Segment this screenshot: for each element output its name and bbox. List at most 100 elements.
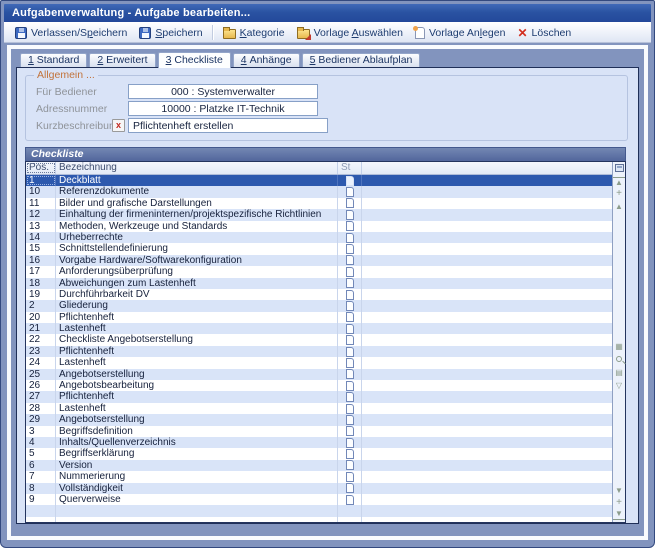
row-status	[338, 460, 362, 471]
document-icon	[346, 358, 354, 368]
table-row[interactable]: 12 Einhaltung der firmeninternen/projekt…	[26, 209, 612, 220]
document-icon	[346, 438, 354, 448]
table-row[interactable]: 22 Checkliste Angebotserstellung	[26, 334, 612, 345]
document-icon	[346, 290, 354, 300]
move-down-icon[interactable]: ▼	[613, 486, 625, 496]
tab-panel-checkliste: Allgemein ... Für Bediener 000 : Systemv…	[16, 67, 639, 524]
row-bezeichnung: Pflichtenheft	[56, 346, 338, 357]
clear-field-button[interactable]: x	[112, 119, 125, 132]
move-up-icon[interactable]: ▲	[613, 202, 625, 212]
column-header-bezeichnung[interactable]: Bezeichnung	[56, 162, 338, 174]
row-status	[338, 426, 362, 437]
table-row[interactable]: 21 Lastenheft	[26, 323, 612, 334]
row-pos: 17	[26, 266, 56, 277]
table-row[interactable]: 27 Pflichtenheft	[26, 391, 612, 402]
table-row[interactable]: 19 Durchführbarkeit DV	[26, 289, 612, 300]
table-row[interactable]: 5 Begriffserklärung	[26, 448, 612, 459]
column-header-pos[interactable]: Pos.	[26, 162, 56, 174]
tab-bediener-ablaufplan[interactable]: 5 Bediener Ablaufplan	[302, 53, 421, 67]
table-row[interactable]: 2 Gliederung	[26, 300, 612, 311]
row-status	[338, 380, 362, 391]
checkliste-section-header: Checkliste	[25, 147, 626, 161]
verlassen-speichern-button[interactable]: Verlassen/Speichern	[9, 24, 133, 42]
adressnummer-field[interactable]: 10000 : Platzke IT-Technik	[128, 101, 318, 116]
folder-template-icon	[297, 29, 310, 39]
document-icon	[346, 198, 354, 208]
row-bezeichnung: Inhalts/Quellenverzeichnis	[56, 437, 338, 448]
insert-row-icon[interactable]: +	[613, 189, 625, 199]
scroll-bottom-icon[interactable]: ▼	[613, 509, 625, 520]
table-row[interactable]: 1 Deckblatt	[26, 175, 612, 186]
table-row[interactable]: 25 Angebotserstellung	[26, 369, 612, 380]
table-row[interactable]: 14 Urheberrechte	[26, 232, 612, 243]
column-chooser-icon[interactable]	[615, 164, 624, 172]
table-row[interactable]: 23 Pflichtenheft	[26, 346, 612, 357]
table-row[interactable]: 8 Vollständigkeit	[26, 483, 612, 494]
table-row[interactable]: 15 Schnittstellendefinierung	[26, 243, 612, 254]
row-bezeichnung: Begriffsdefinition	[56, 426, 338, 437]
fuer-bediener-field[interactable]: 000 : Systemverwalter	[128, 84, 318, 99]
row-bezeichnung: Angebotserstellung	[56, 369, 338, 380]
filter-icon[interactable]: ▽	[613, 381, 625, 391]
column-header-st[interactable]: St	[338, 162, 362, 174]
row-bezeichnung: Vollständigkeit	[56, 483, 338, 494]
list-details-icon[interactable]: ▤	[613, 368, 625, 378]
tab-checkliste[interactable]: 3 Checkliste	[158, 52, 231, 68]
vorlage-auswaehlen-button[interactable]: Vorlage Auswählen	[291, 24, 409, 42]
tab-strip: 1 Standard 2 Erweitert 3 Checkliste 4 An…	[16, 51, 639, 67]
column-header-filler	[362, 162, 612, 174]
table-row[interactable]: 13 Methoden, Werkzeuge und Standards	[26, 221, 612, 232]
row-bezeichnung	[56, 517, 338, 522]
table-row[interactable]: 3 Begriffsdefinition	[26, 426, 612, 437]
scroll-top-icon[interactable]: ▲	[613, 177, 625, 188]
tab-anhaenge[interactable]: 4 Anhänge	[233, 53, 300, 67]
table-row[interactable]: 29 Angebotserstellung	[26, 414, 612, 425]
tab-erweitert[interactable]: 2 Erweitert	[89, 53, 155, 67]
table-row[interactable]: 6 Version	[26, 460, 612, 471]
search-icon[interactable]	[616, 356, 622, 362]
row-status	[338, 403, 362, 414]
table-row[interactable]: 11 Bilder und grafische Darstellungen	[26, 198, 612, 209]
speichern-button[interactable]: Speichern	[133, 24, 208, 42]
row-status	[338, 517, 362, 522]
loeschen-button[interactable]: ✕ Löschen	[511, 24, 577, 42]
row-pos: 20	[26, 312, 56, 323]
row-pos: 23	[26, 346, 56, 357]
row-pos: 7	[26, 471, 56, 482]
table-row[interactable]: 20 Pflichtenheft	[26, 312, 612, 323]
row-status	[338, 243, 362, 254]
row-pos: 4	[26, 437, 56, 448]
table-row[interactable]: 24 Lastenheft	[26, 357, 612, 368]
grid-view-icon[interactable]: ▦	[613, 342, 625, 352]
document-icon	[346, 324, 354, 334]
grid-header: Pos. Bezeichnung St	[26, 162, 612, 175]
empty-row[interactable]	[26, 517, 612, 522]
vorlage-anlegen-button[interactable]: Vorlage Anlegen	[409, 24, 512, 42]
allgemein-groupbox: Allgemein ... Für Bediener 000 : Systemv…	[25, 75, 628, 141]
row-pos: 22	[26, 334, 56, 345]
table-row[interactable]: 28 Lastenheft	[26, 403, 612, 414]
row-status	[338, 300, 362, 311]
table-row[interactable]: 7 Nummerierung	[26, 471, 612, 482]
table-row[interactable]: 16 Vorgabe Hardware/Softwarekonfiguratio…	[26, 255, 612, 266]
table-row[interactable]: 9 Querverweise	[26, 494, 612, 505]
table-row[interactable]: 18 Abweichungen zum Lastenheft	[26, 278, 612, 289]
row-status	[338, 312, 362, 323]
table-row[interactable]: 26 Angebotsbearbeitung	[26, 380, 612, 391]
add-row-icon[interactable]: +	[613, 498, 625, 508]
kurzbeschreibung-field[interactable]: Pflichtenheft erstellen	[128, 118, 328, 133]
row-bezeichnung: Nummerierung	[56, 471, 338, 482]
table-row[interactable]: 17 Anforderungsüberprüfung	[26, 266, 612, 277]
row-status	[338, 175, 362, 186]
table-row[interactable]: 10 Referenzdokumente	[26, 186, 612, 197]
empty-row[interactable]	[26, 505, 612, 516]
table-row[interactable]: 4 Inhalts/Quellenverzeichnis	[26, 437, 612, 448]
row-pos: 26	[26, 380, 56, 391]
row-pos: 29	[26, 414, 56, 425]
document-icon	[346, 255, 354, 265]
document-icon	[346, 210, 354, 220]
kategorie-button[interactable]: Kategorie	[217, 24, 291, 42]
row-pos: 28	[26, 403, 56, 414]
tab-standard[interactable]: 1 Standard	[20, 53, 87, 67]
row-bezeichnung	[56, 505, 338, 516]
